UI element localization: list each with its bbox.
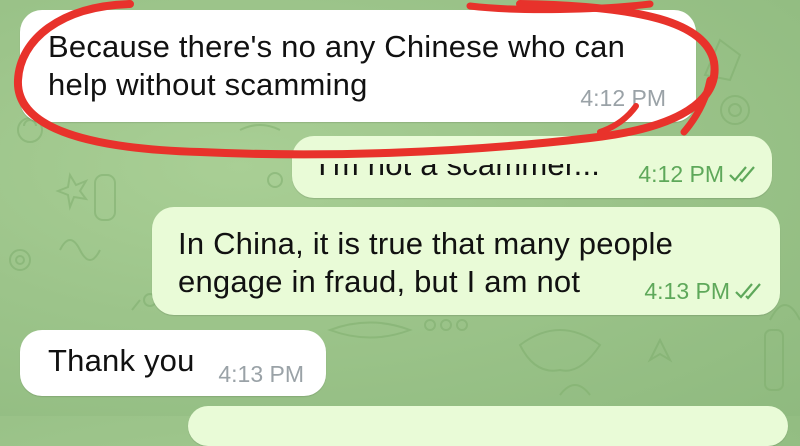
message-line: Because there's no any Chinese who can	[48, 29, 626, 64]
read-double-check-icon	[729, 166, 755, 183]
message-line: In China, it is true that many people	[178, 226, 674, 261]
message-text: In China, it is true that many people en…	[178, 225, 673, 301]
message-text: Thank you	[48, 342, 195, 380]
message-bubble-incoming[interactable]: Thank you 4:13 PM	[20, 330, 326, 396]
message-line: engage in fraud, but I am not	[178, 264, 581, 299]
message-timestamp: 4:12 PM	[638, 161, 724, 187]
message-text: I'm not a scammer...	[318, 147, 601, 184]
message-bubble-incoming[interactable]: Because there's no any Chinese who can h…	[20, 10, 696, 122]
message-line: help without scamming	[48, 67, 368, 102]
message-timestamp: 4:12 PM	[580, 85, 666, 111]
message-bubble-outgoing[interactable]: I'm not a scammer... 4:12 PM	[292, 136, 772, 198]
message-line: Thank you	[48, 343, 195, 378]
message-timestamp: 4:13 PM	[218, 361, 304, 387]
message-bubble-outgoing-partial[interactable]	[188, 406, 788, 446]
message-bubble-outgoing[interactable]: In China, it is true that many people en…	[152, 207, 780, 315]
read-double-check-icon	[735, 283, 761, 300]
message-line: I'm not a scammer...	[318, 147, 601, 182]
message-text: Because there's no any Chinese who can h…	[48, 28, 625, 104]
message-timestamp: 4:13 PM	[644, 278, 730, 304]
